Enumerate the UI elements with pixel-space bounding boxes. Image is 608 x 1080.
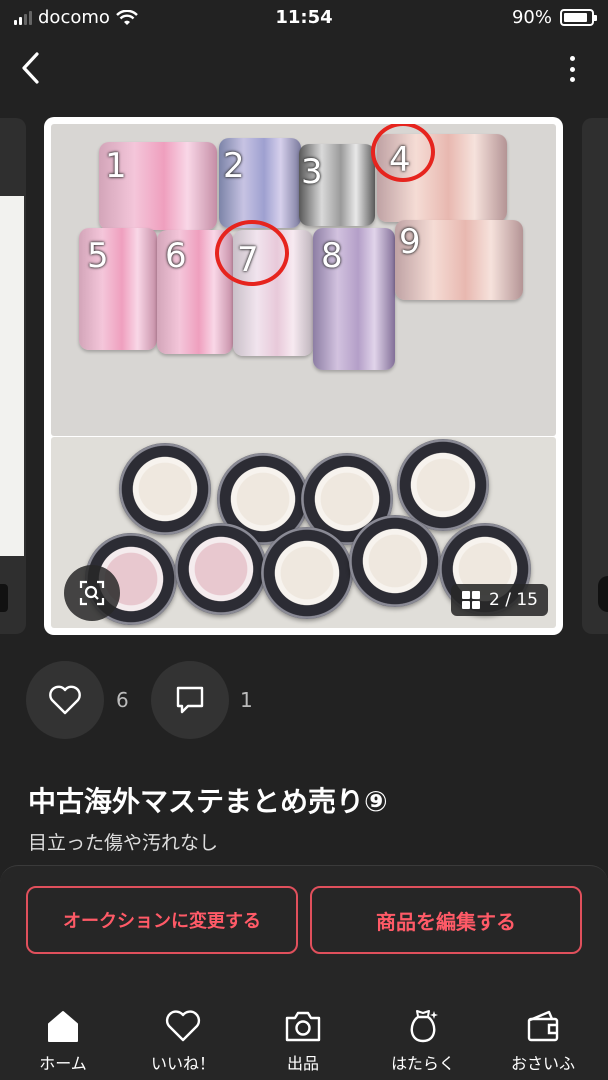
battery-fill <box>564 13 588 22</box>
heart-icon <box>165 1010 201 1042</box>
change-to-auction-button[interactable]: オークションに変更する <box>26 886 298 954</box>
dot <box>569 77 575 82</box>
comment-count: 1 <box>240 688 253 712</box>
heart-icon <box>49 685 81 715</box>
like-button[interactable] <box>26 661 104 739</box>
zoom-button[interactable] <box>64 565 120 621</box>
page-count: 2 / 15 <box>489 590 538 610</box>
status-bar: docomo 11:54 90% <box>0 0 608 36</box>
dot <box>569 66 575 72</box>
tab-label: 出品 <box>286 1054 319 1073</box>
tape-core <box>261 527 353 619</box>
item-title: 中古海外マステまとめ売り⑨ <box>28 785 388 818</box>
previous-photo-content <box>0 196 24 556</box>
camera-icon <box>285 1011 321 1042</box>
roll-number: 1 <box>105 146 127 186</box>
tab-label: いいね！ <box>150 1054 215 1073</box>
tab-label: おさいふ <box>510 1054 575 1073</box>
red-circle-mark <box>371 124 435 182</box>
tape-core <box>119 443 211 535</box>
battery-percent: 90% <box>511 7 552 28</box>
roll-number: 6 <box>165 236 187 276</box>
tab-likes[interactable]: いいね！ <box>133 1008 233 1074</box>
dot <box>569 56 575 61</box>
wallet-icon <box>527 1010 559 1042</box>
next-photo[interactable] <box>582 118 608 634</box>
previous-photo[interactable] <box>0 118 26 634</box>
tab-label: ホーム <box>39 1054 87 1073</box>
zoom-scan-icon <box>79 580 105 606</box>
roll-number: 2 <box>223 146 245 186</box>
roll-number: 3 <box>301 152 323 192</box>
tab-wallet[interactable]: おさいふ <box>493 1008 593 1074</box>
tape-core <box>175 523 267 615</box>
photo-top-panel: 1 2 3 4 5 6 7 8 9 <box>51 124 556 436</box>
comment-button[interactable] <box>151 661 229 739</box>
comment-icon <box>176 686 204 714</box>
back-button[interactable] <box>16 50 48 86</box>
battery-icon <box>560 9 597 26</box>
grid-icon <box>462 591 480 609</box>
tab-work[interactable]: はたらく <box>373 1008 473 1074</box>
tab-label: はたらく <box>391 1054 455 1073</box>
previous-photo-overlay <box>0 584 8 612</box>
edit-item-button[interactable]: 商品を編集する <box>310 886 582 954</box>
photo-page-indicator: 2 / 15 <box>451 584 548 616</box>
roll-number: 9 <box>399 222 421 262</box>
more-button[interactable] <box>566 56 578 82</box>
battery-group: 90% <box>511 7 597 28</box>
roll-number: 5 <box>87 236 109 276</box>
money-bag-icon <box>410 1010 438 1043</box>
red-circle-mark <box>215 220 289 286</box>
tab-home[interactable]: ホーム <box>13 1008 113 1074</box>
like-count: 6 <box>116 688 129 712</box>
next-photo-overlay <box>598 576 608 612</box>
product-photo[interactable]: 1 2 3 4 5 6 7 8 9 <box>44 117 563 635</box>
item-condition: 目立った傷や汚れなし <box>28 832 219 854</box>
tab-sell[interactable]: 出品 <box>253 1008 353 1074</box>
home-icon <box>48 1011 78 1042</box>
roll-number: 8 <box>321 236 343 276</box>
chevron-left-icon <box>22 52 39 84</box>
tape-core <box>349 515 441 607</box>
